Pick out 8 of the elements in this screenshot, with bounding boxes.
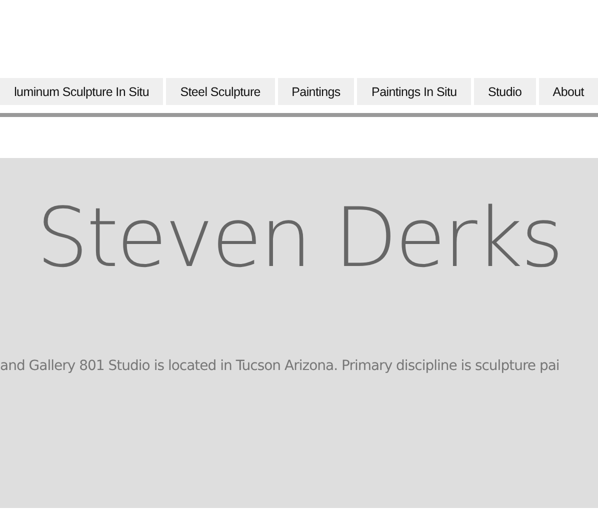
nav-link[interactable]: Steel Sculpture [166, 78, 275, 105]
artist-name: Steven Derks [36, 192, 562, 286]
nav-link[interactable]: Paintings [278, 78, 354, 105]
nav-link[interactable]: Paintings In Situ [357, 78, 471, 105]
nav-link[interactable]: Studio [474, 78, 536, 105]
nav-link[interactable]: luminum Sculpture In Situ [0, 78, 164, 105]
nav-link[interactable]: About [538, 78, 598, 105]
intro-text: and Gallery 801 Studio is located in Tucson Arizona. Primary discipline is sculpture pai [0, 358, 560, 374]
